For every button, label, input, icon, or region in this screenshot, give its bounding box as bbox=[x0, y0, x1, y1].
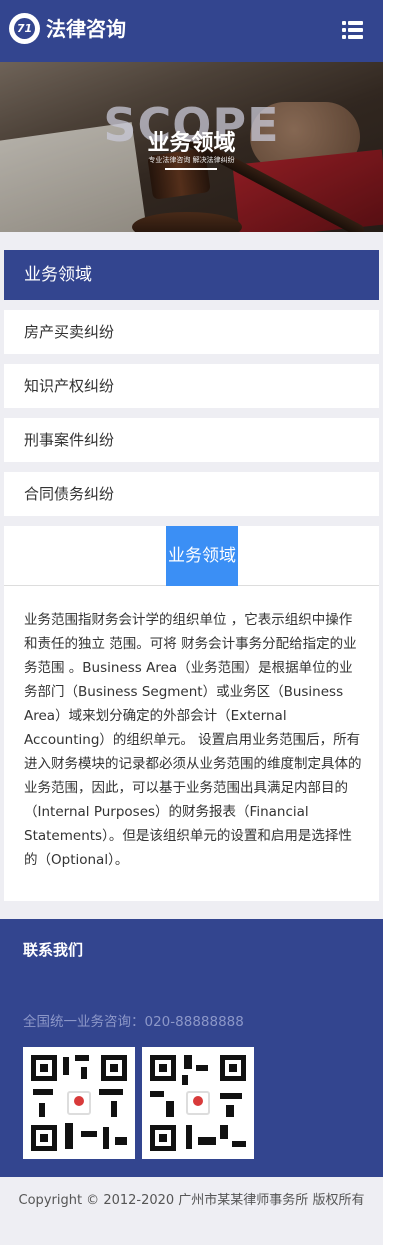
qr-module bbox=[184, 1055, 192, 1069]
tab-business-area[interactable]: 业务领域 bbox=[166, 526, 238, 586]
qr-module bbox=[81, 1067, 87, 1079]
menu-bar bbox=[342, 35, 363, 39]
logo-icon[interactable]: 71 bbox=[9, 13, 40, 44]
qr-module bbox=[198, 1137, 216, 1145]
qr-finder bbox=[220, 1055, 246, 1081]
footer-phone: 全国统一业务咨询：020-88888888 bbox=[23, 1014, 244, 1030]
qr-module bbox=[39, 1103, 45, 1117]
qr-module bbox=[75, 1055, 89, 1061]
qr-module bbox=[232, 1141, 246, 1147]
qr-module bbox=[65, 1123, 73, 1149]
page-scrollbar[interactable] bbox=[383, 0, 400, 1245]
qr-module bbox=[99, 1089, 123, 1095]
qr-center-logo bbox=[186, 1091, 210, 1115]
category-item-property[interactable]: 房产买卖纠纷 bbox=[4, 310, 379, 354]
qr-module bbox=[186, 1125, 192, 1149]
qr-module bbox=[33, 1089, 53, 1095]
footer-contact: 联系我们 全国统一业务咨询：020-88888888 bbox=[0, 919, 383, 1177]
list-menu-icon[interactable] bbox=[342, 21, 363, 39]
hero-banner: SCOPE 业务领域 专业法律咨询 解决法律纠纷 bbox=[0, 62, 383, 232]
qr-module bbox=[226, 1105, 234, 1117]
menu-bar bbox=[342, 21, 363, 25]
qr-finder bbox=[31, 1055, 57, 1081]
qr-finder bbox=[101, 1055, 127, 1081]
qr-module bbox=[182, 1075, 188, 1085]
qr-module bbox=[166, 1101, 174, 1117]
banner-divider bbox=[165, 168, 217, 170]
menu-bar bbox=[342, 28, 363, 32]
banner-subtitle: 专业法律咨询 解决法律纠纷 bbox=[148, 156, 235, 164]
qr-module bbox=[150, 1091, 164, 1097]
content-panel: 业务领域 业务范围指财务会计学的组织单位 ，它表示组织中操作和责任的独立 范围。… bbox=[4, 526, 379, 901]
copyright-text: Copyright © 2012-2020 广州市某某律师事务所 版权所有 bbox=[18, 1193, 365, 1208]
page: 71 法律咨询 SCOPE 业务领域 专业法律咨询 解决法律纠纷 业务领域 房产… bbox=[0, 0, 383, 1245]
qr-module bbox=[220, 1125, 228, 1139]
qr-module bbox=[81, 1131, 97, 1137]
qr-module bbox=[63, 1057, 69, 1075]
site-logo-text[interactable]: 法律咨询 bbox=[46, 15, 126, 43]
qr-code-icon bbox=[142, 1047, 254, 1159]
footer-title: 联系我们 bbox=[23, 941, 84, 959]
qr-code-icon bbox=[23, 1047, 135, 1159]
qr-module bbox=[115, 1137, 127, 1145]
category-heading: 业务领域 bbox=[4, 250, 379, 300]
qr-module bbox=[220, 1093, 242, 1099]
category-item-contract[interactable]: 合同债务纠纷 bbox=[4, 472, 379, 516]
qr-finder bbox=[31, 1125, 57, 1151]
qr-module bbox=[103, 1127, 109, 1149]
top-header: 71 法律咨询 bbox=[0, 0, 383, 62]
content-description: 业务范围指财务会计学的组织单位 ，它表示组织中操作和责任的独立 范围。可将 财务… bbox=[24, 612, 362, 868]
qr-module bbox=[196, 1065, 208, 1071]
category-item-ip[interactable]: 知识产权纠纷 bbox=[4, 364, 379, 408]
qr-finder bbox=[150, 1125, 176, 1151]
category-item-criminal[interactable]: 刑事案件纠纷 bbox=[4, 418, 379, 462]
qr-center-logo bbox=[67, 1091, 91, 1115]
banner-title: 业务领域 bbox=[147, 131, 236, 156]
qr-finder bbox=[150, 1055, 176, 1081]
qr-module bbox=[111, 1101, 117, 1117]
logo-mark-text: 71 bbox=[14, 18, 35, 39]
